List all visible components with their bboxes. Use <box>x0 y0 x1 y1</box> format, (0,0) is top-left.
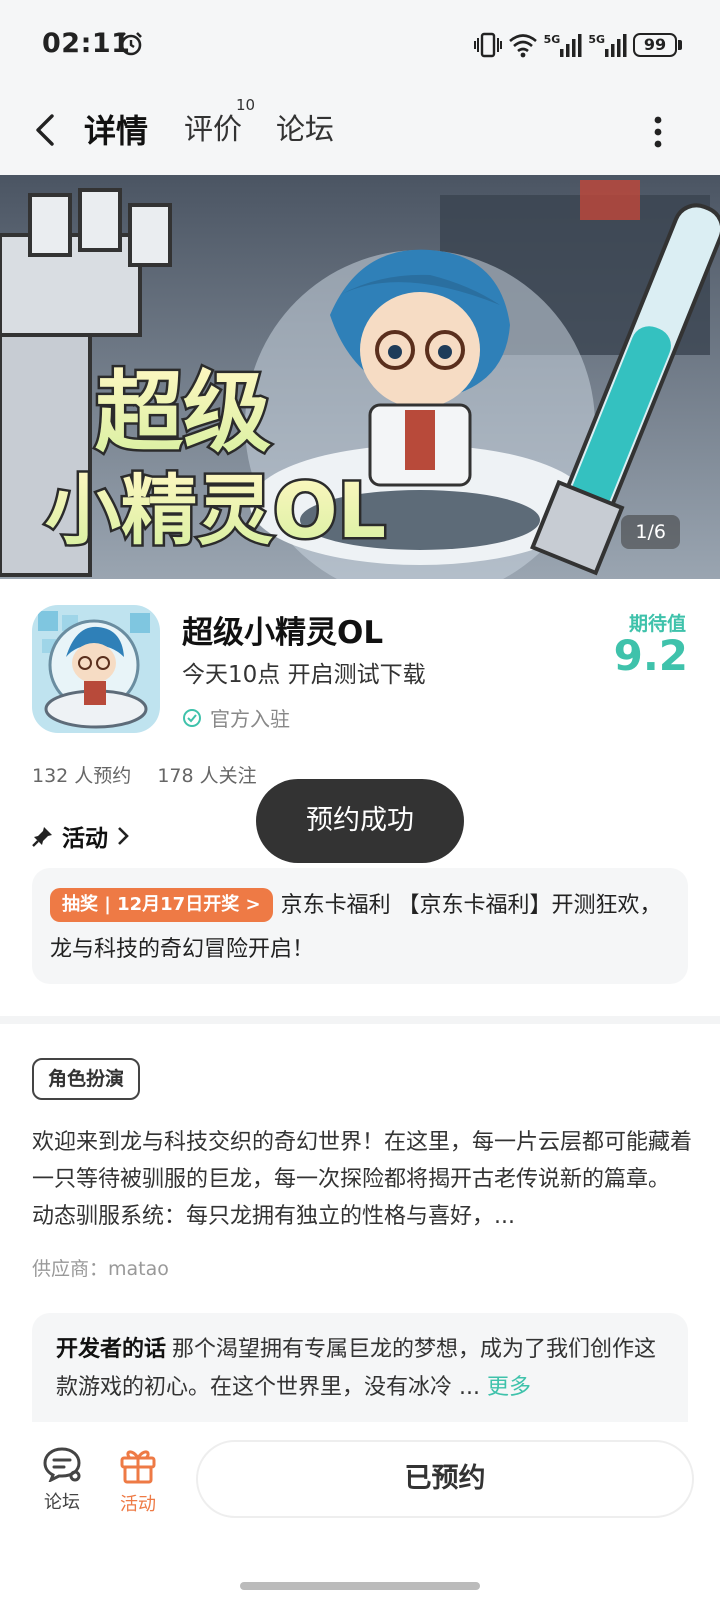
bottom-forum-button[interactable]: 论坛 <box>32 1446 92 1514</box>
wifi-icon <box>508 34 537 58</box>
battery-level: 99 <box>633 33 677 57</box>
vibrate-icon <box>473 32 502 58</box>
alarm-icon <box>120 32 142 56</box>
app-subtitle: 今天10点 开启测试下载 <box>182 662 426 688</box>
signal-bars-icon <box>605 34 627 57</box>
game-description[interactable]: 欢迎来到龙与科技交织的奇幻世界！在这里，每一片云层都可能藏着一只等待被驯服的巨龙… <box>32 1124 692 1235</box>
activity-card[interactable]: 抽奖 | 12月17日开奖 > 京东卡福利 【京东卡福利】开测狂欢，龙与科技的奇幻… <box>32 868 688 984</box>
check-circle-icon <box>183 708 201 727</box>
app-stats: 132 人预约 178 人关注 <box>32 761 257 788</box>
back-icon[interactable] <box>30 110 60 150</box>
home-indicator[interactable] <box>240 1582 480 1590</box>
status-icons: 5G 5G 99 <box>473 30 682 60</box>
banner-illustration: 超级 小精灵OL <box>0 175 720 579</box>
tab-review[interactable]: 评价 10 <box>184 96 255 148</box>
tab-detail[interactable]: 详情 <box>82 106 152 152</box>
battery-icon: 99 <box>633 33 682 57</box>
bottom-forum-label: 论坛 <box>44 1492 80 1513</box>
section-divider <box>0 1016 720 1024</box>
official-label: 官方入驻 <box>210 707 290 731</box>
activity-heading[interactable]: 活动 <box>32 819 130 853</box>
lottery-badge: 抽奖 | 12月17日开奖 > <box>50 888 273 922</box>
follower-count: 178 人关注 <box>157 765 257 787</box>
more-options-icon[interactable] <box>652 112 664 152</box>
toast-message: 预约成功 <box>256 779 464 863</box>
app-name: 超级小精灵OL <box>182 615 384 651</box>
network-label-2: 5G <box>588 33 605 46</box>
developer-note-card[interactable]: 开发者的话 那个渴望拥有专属巨龙的梦想，成为了我们创作这款游戏的初心。在这个世界里… <box>32 1313 688 1423</box>
tab-review-count: 10 <box>236 96 256 114</box>
signal-2: 5G <box>588 33 627 57</box>
developer-note-more-link[interactable]: 更多 <box>487 1375 531 1400</box>
reservation-count: 132 人预约 <box>32 765 132 787</box>
genre-tag[interactable]: 角色扮演 <box>32 1058 141 1100</box>
tab-detail-label: 详情 <box>84 112 149 150</box>
developer-note-title: 开发者的话 <box>56 1337 167 1362</box>
banner-title-line1: 超级 <box>95 361 271 464</box>
network-label-1: 5G <box>543 33 561 46</box>
banner-carousel[interactable]: 超级 小精灵OL 1/6 <box>0 175 720 579</box>
official-badge: 官方入驻 <box>182 703 290 732</box>
activity-heading-label: 活动 <box>62 826 108 852</box>
banner-page-counter: 1/6 <box>621 515 680 549</box>
chat-bubble-icon <box>43 1447 81 1482</box>
pin-icon <box>32 827 52 847</box>
banner-title-line2: 小精灵OL <box>45 466 386 555</box>
gift-icon <box>120 1450 156 1484</box>
tab-forum[interactable]: 论坛 <box>276 106 334 148</box>
bottom-action-bar: 论坛 活动 已预约 <box>0 1422 720 1610</box>
vendor-label: 供应商：matao <box>32 1258 169 1280</box>
top-nav: 详情 评价 10 论坛 <box>0 90 720 175</box>
signal-bars-icon <box>560 34 582 57</box>
status-bar: 02:11 5G 5G 99 <box>0 0 720 90</box>
bottom-activity-label: 活动 <box>120 1494 156 1515</box>
reserved-button[interactable]: 已预约 <box>196 1440 694 1518</box>
bottom-activity-button[interactable]: 活动 <box>108 1446 168 1516</box>
app-icon <box>32 605 160 733</box>
chevron-right-icon <box>118 827 129 845</box>
expectation-score: 9.2 <box>613 631 688 680</box>
tab-forum-label: 论坛 <box>276 112 335 146</box>
tab-review-label: 评价 <box>184 112 243 146</box>
signal-1: 5G <box>544 33 583 57</box>
